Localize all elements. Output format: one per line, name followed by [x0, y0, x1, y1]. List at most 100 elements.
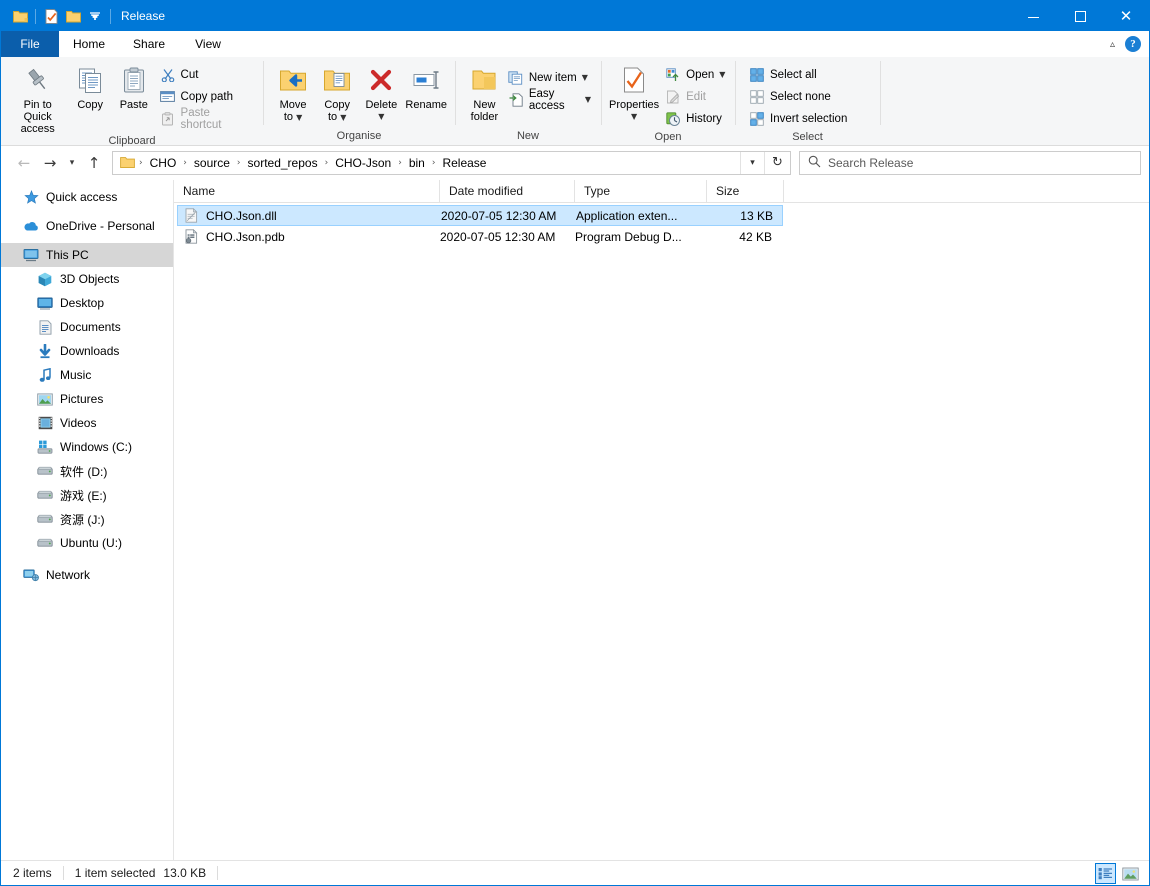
sidebar-item-windows-c[interactable]: Windows (C:): [1, 435, 173, 459]
ribbon-group-new: New folder New item ▼ Easy access ▼ New: [455, 57, 601, 145]
table-row[interactable]: CHO.Json.pdb 2020-07-05 12:30 AM Program…: [177, 226, 783, 247]
details-view-button[interactable]: [1095, 863, 1116, 884]
sidebar-item-onedrive[interactable]: OneDrive - Personal: [1, 214, 173, 238]
refresh-button[interactable]: ↻: [764, 151, 790, 174]
star-pin-icon: [23, 189, 39, 205]
breadcrumb-sep-3[interactable]: ›: [321, 158, 333, 168]
column-header-size[interactable]: Size: [707, 180, 784, 202]
table-row[interactable]: CHO.Json.dll 2020-07-05 12:30 AM Applica…: [177, 205, 783, 226]
open-button[interactable]: Open ▼: [661, 64, 729, 85]
ribbon-group-open: Properties ▼ Open ▼ Edit History Open: [601, 57, 735, 145]
new-item-caret-icon[interactable]: ▼: [582, 73, 588, 82]
sidebar-item-network[interactable]: Network: [1, 563, 173, 587]
paste-shortcut-button[interactable]: Paste shortcut: [156, 107, 257, 131]
sidebar-label-3d-objects: 3D Objects: [60, 272, 120, 286]
minimize-button[interactable]: [1011, 1, 1057, 31]
properties-button[interactable]: Properties ▼: [607, 61, 661, 123]
qat-properties-icon[interactable]: [40, 5, 62, 27]
rename-button[interactable]: Rename: [403, 61, 449, 111]
search-input[interactable]: Search Release: [828, 156, 913, 170]
easy-access-caret-icon[interactable]: ▼: [585, 95, 591, 104]
delete-button[interactable]: Delete ▼: [359, 61, 403, 123]
pin-to-quick-access-button[interactable]: Pin to Quick access: [7, 61, 68, 135]
sidebar-item-documents[interactable]: Documents: [1, 315, 173, 339]
cut-button[interactable]: Cut: [156, 64, 257, 85]
open-caret-icon[interactable]: ▼: [719, 70, 725, 79]
copy-to-caret-icon[interactable]: ▼: [340, 113, 346, 122]
new-item-button[interactable]: New item ▼: [504, 67, 595, 88]
up-button[interactable]: ↑: [81, 150, 107, 176]
edit-button[interactable]: Edit: [661, 86, 729, 107]
back-button[interactable]: ←: [11, 150, 37, 176]
sidebar-item-quick-access[interactable]: Quick access: [1, 185, 173, 209]
copy-button[interactable]: Copy: [68, 61, 112, 111]
copy-label: Copy: [77, 99, 104, 111]
close-button[interactable]: ✕: [1103, 1, 1149, 31]
maximize-button[interactable]: [1057, 1, 1103, 31]
breadcrumb-item-release[interactable]: Release: [439, 156, 489, 170]
sidebar-item-drive-j[interactable]: 资源 (J:): [1, 507, 173, 531]
breadcrumb-item-bin[interactable]: bin: [406, 156, 428, 170]
invert-selection-button[interactable]: Invert selection: [745, 108, 851, 129]
breadcrumb-bar[interactable]: › CHO › source › sorted_repos › CHO-Json…: [112, 150, 791, 175]
breadcrumb-item-sorted-repos[interactable]: sorted_repos: [245, 156, 321, 170]
search-box[interactable]: Search Release: [799, 150, 1141, 175]
breadcrumb-sep-1[interactable]: ›: [179, 158, 191, 168]
sidebar-item-drive-u[interactable]: Ubuntu (U:): [1, 531, 173, 555]
move-to-button[interactable]: Move to ▼: [271, 61, 315, 124]
breadcrumb-item-cho[interactable]: CHO: [147, 156, 180, 170]
downloads-icon: [37, 343, 53, 359]
documents-icon: [37, 319, 53, 335]
copy-to-button[interactable]: Copy to ▼: [315, 61, 359, 124]
tab-file[interactable]: File: [1, 31, 59, 57]
breadcrumb-dropdown-icon[interactable]: ▾: [740, 151, 764, 174]
forward-button[interactable]: →: [37, 150, 63, 176]
column-header-type[interactable]: Type: [575, 180, 707, 202]
sidebar-label-drive-e: 游戏 (E:): [60, 488, 107, 503]
breadcrumb-item-source[interactable]: source: [191, 156, 233, 170]
sidebar-label-network: Network: [46, 568, 91, 582]
copy-path-button[interactable]: Copy path: [156, 86, 257, 107]
select-all-button[interactable]: Select all: [745, 64, 851, 85]
sidebar-item-desktop[interactable]: Desktop: [1, 291, 173, 315]
main-area: Quick access OneDrive - Personal This PC: [1, 180, 1149, 860]
sidebar-item-drive-d[interactable]: 软件 (D:): [1, 459, 173, 483]
breadcrumb: › CHO › source › sorted_repos › CHO-Json…: [135, 152, 740, 174]
collapse-ribbon-icon[interactable]: ▵: [1110, 39, 1115, 50]
column-header-name[interactable]: ▲ Name: [174, 180, 440, 202]
sidebar-item-videos[interactable]: Videos: [1, 411, 173, 435]
sidebar-item-downloads[interactable]: Downloads: [1, 339, 173, 363]
easy-access-button[interactable]: Easy access ▼: [504, 88, 595, 112]
large-icons-view-button[interactable]: [1120, 863, 1141, 884]
sidebar-item-pictures[interactable]: Pictures: [1, 387, 173, 411]
breadcrumb-sep-4[interactable]: ›: [394, 158, 406, 168]
breadcrumb-item-cho-json[interactable]: CHO-Json: [332, 156, 394, 170]
view-buttons: [1095, 861, 1141, 886]
tab-home[interactable]: Home: [59, 31, 120, 57]
move-to-caret-icon[interactable]: ▼: [296, 113, 302, 122]
help-icon[interactable]: ?: [1125, 36, 1141, 52]
sidebar-item-music[interactable]: Music: [1, 363, 173, 387]
qat-folder-icon[interactable]: [9, 5, 31, 27]
properties-caret-icon[interactable]: ▼: [631, 112, 637, 121]
recent-locations-button[interactable]: ▾: [63, 150, 81, 176]
tab-view[interactable]: View: [179, 31, 238, 57]
breadcrumb-sep-5[interactable]: ›: [428, 158, 440, 168]
search-icon: [808, 155, 821, 171]
new-folder-button[interactable]: New folder: [465, 61, 504, 123]
sidebar-item-3d-objects[interactable]: 3D Objects: [1, 267, 173, 291]
sidebar-label-quick-access: Quick access: [46, 190, 118, 204]
tab-share[interactable]: Share: [119, 31, 180, 57]
column-header-date-modified[interactable]: Date modified: [440, 180, 575, 202]
select-none-button[interactable]: Select none: [745, 86, 851, 107]
qat-dropdown-icon[interactable]: [84, 5, 106, 27]
sidebar-item-this-pc[interactable]: This PC: [1, 243, 173, 267]
qat-new-folder-icon[interactable]: [62, 5, 84, 27]
history-button[interactable]: History: [661, 108, 729, 129]
delete-caret-icon[interactable]: ▼: [378, 112, 384, 121]
sidebar-item-drive-e[interactable]: 游戏 (E:): [1, 483, 173, 507]
open-small-buttons: Open ▼ Edit History: [661, 61, 729, 129]
select-small-buttons: Select all Select none Invert selection: [745, 64, 851, 129]
breadcrumb-sep-2[interactable]: ›: [233, 158, 245, 168]
paste-button[interactable]: Paste: [112, 61, 156, 111]
